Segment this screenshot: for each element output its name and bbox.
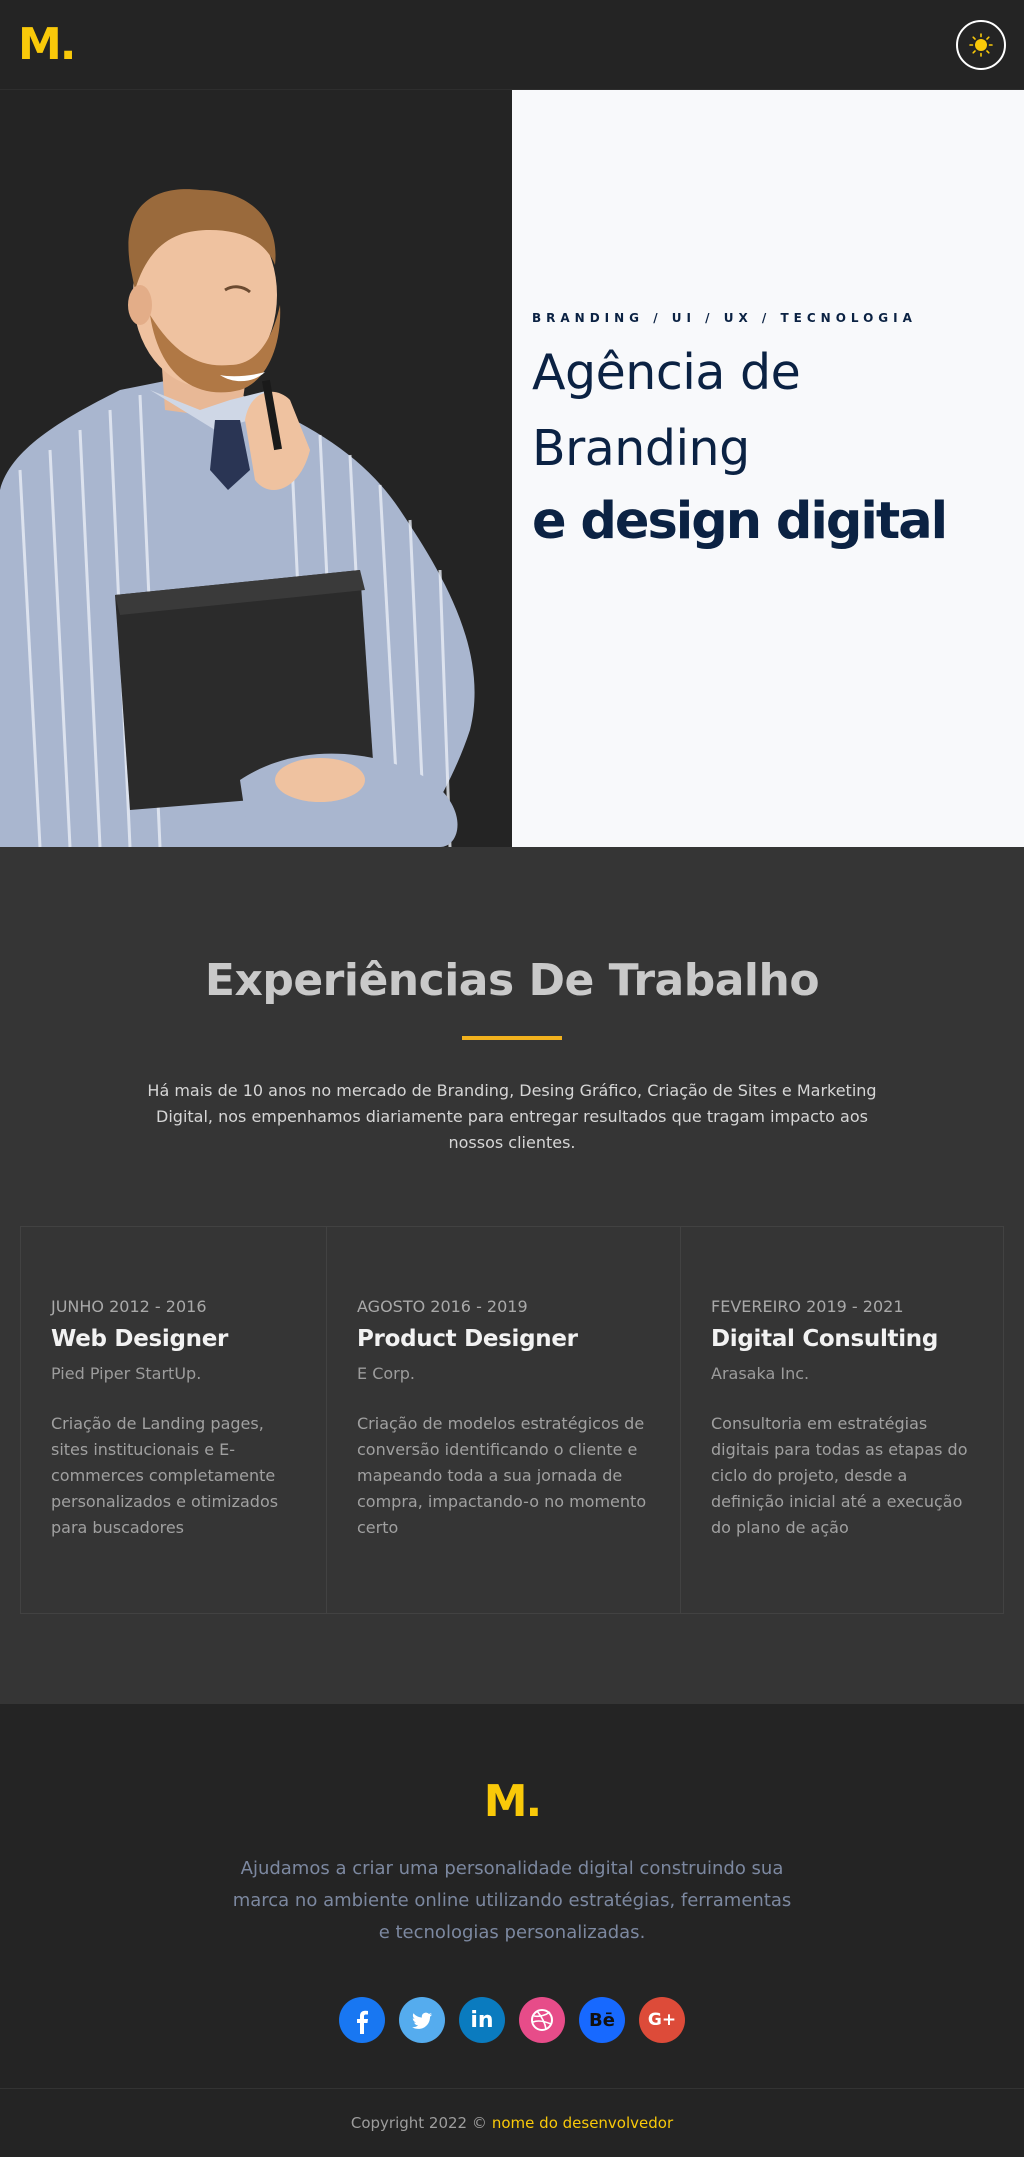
hero-image	[0, 90, 512, 847]
experience-card: FEVEREIRO 2019 - 2021 Digital Consulting…	[681, 1227, 1003, 1613]
footer-logo[interactable]: M.	[0, 1776, 1024, 1827]
job-date: AGOSTO 2016 - 2019	[357, 1297, 528, 1316]
job-description: Criação de Landing pages, sites instituc…	[51, 1414, 279, 1537]
twitter-icon	[412, 2012, 432, 2029]
experience-card: AGOSTO 2016 - 2019 Product Designer E Co…	[327, 1227, 681, 1613]
job-date: FEVEREIRO 2019 - 2021	[711, 1297, 904, 1316]
copyright-bar: Copyright 2022 © nome do desenvolvedor	[0, 2089, 1024, 2157]
job-role: Digital Consulting	[711, 1326, 939, 1352]
dribbble-link[interactable]	[519, 1997, 565, 2043]
google-plus-link[interactable]: G+	[639, 1997, 685, 2043]
hero-section: BRANDING / UI / UX / TECNOLOGIA Agência …	[0, 90, 1024, 847]
footer-description: Ajudamos a criar uma personalidade digit…	[232, 1858, 792, 1943]
behance-icon: Bē	[589, 2009, 615, 2031]
hero-title-line-3: e design digital	[532, 491, 948, 551]
experience-section: Experiências De Trabalho Há mais de 10 a…	[0, 847, 1024, 1704]
developer-link[interactable]: nome do desenvolvedor	[492, 2114, 673, 2132]
experience-title: Experiências De Trabalho	[204, 955, 820, 1006]
linkedin-icon: in	[470, 2007, 494, 2033]
hero-text-panel: BRANDING / UI / UX / TECNOLOGIA Agência …	[512, 90, 1024, 847]
google-plus-icon: G+	[647, 2010, 677, 2030]
twitter-link[interactable]	[399, 1997, 445, 2043]
logo[interactable]: M.	[18, 19, 76, 70]
experience-card: JUNHO 2012 - 2016 Web Designer Pied Pipe…	[21, 1227, 327, 1613]
facebook-link[interactable]	[339, 1997, 385, 2043]
site-header: M.	[0, 0, 1024, 90]
job-date: JUNHO 2012 - 2016	[51, 1297, 207, 1316]
hero-title-line-1: Agência de	[532, 343, 801, 401]
job-role: Web Designer	[51, 1326, 229, 1352]
businessman-illustration	[0, 189, 475, 847]
title-underline	[462, 1036, 562, 1040]
experience-intro: Há mais de 10 anos no mercado de Brandin…	[147, 1081, 877, 1152]
sun-icon	[969, 32, 993, 57]
job-description: Criação de modelos estratégicos de conve…	[357, 1414, 647, 1537]
site-footer: M. Ajudamos a criar uma personalidade di…	[0, 1704, 1024, 2089]
copyright-text: Copyright 2022 ©	[350, 2114, 487, 2132]
dribbble-icon	[531, 2009, 553, 2031]
theme-toggle-button[interactable]	[956, 19, 1006, 70]
facebook-icon	[357, 2010, 368, 2034]
job-company: E Corp.	[357, 1364, 415, 1383]
social-links: in Bē G+	[0, 1997, 1024, 2043]
behance-link[interactable]: Bē	[579, 1997, 625, 2043]
linkedin-link[interactable]: in	[459, 1997, 505, 2043]
hero-tagline: BRANDING / UI / UX / TECNOLOGIA	[532, 310, 917, 325]
job-company: Pied Piper StartUp.	[51, 1364, 202, 1383]
job-role: Product Designer	[357, 1326, 578, 1352]
job-company: Arasaka Inc.	[711, 1364, 810, 1383]
job-description: Consultoria em estratégias digitais para…	[711, 1414, 968, 1537]
hero-title-line-2: Branding	[532, 419, 750, 477]
experience-grid: JUNHO 2012 - 2016 Web Designer Pied Pipe…	[20, 1226, 1004, 1614]
